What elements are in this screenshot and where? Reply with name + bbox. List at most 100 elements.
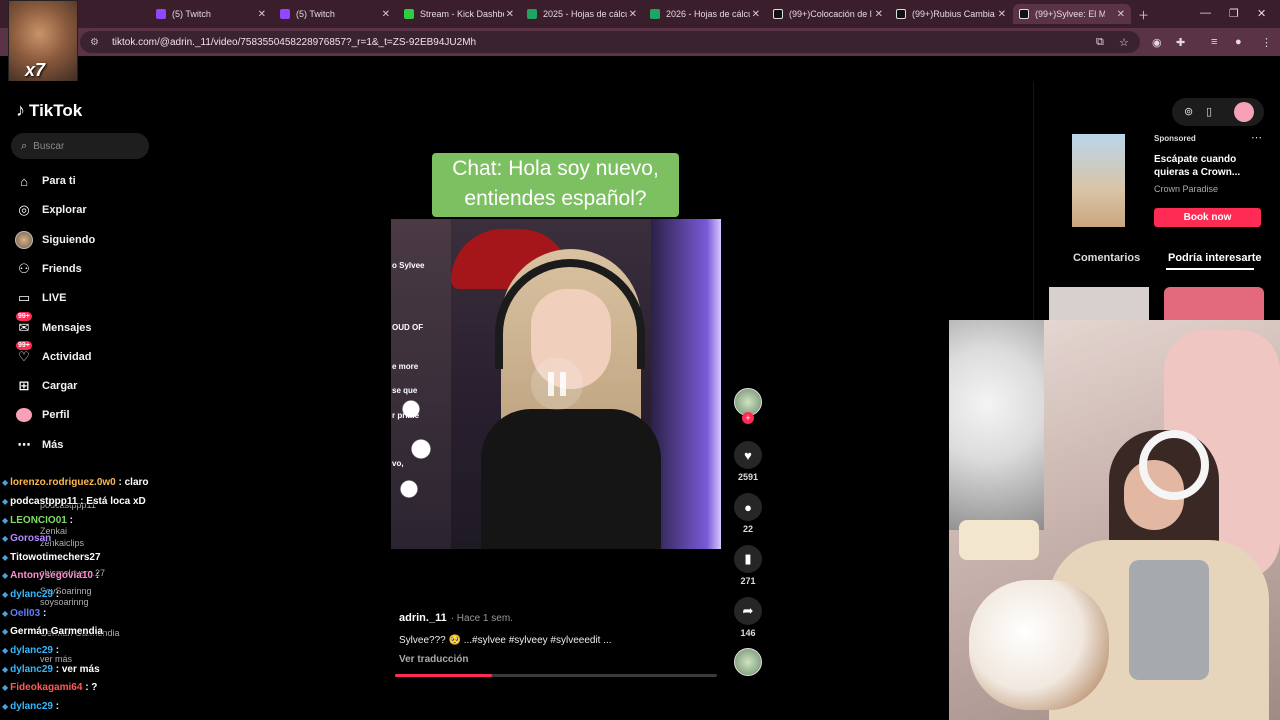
- tab-title: (5) Twitch: [172, 9, 211, 19]
- menu-kebab-icon[interactable]: ⋮: [1261, 36, 1272, 49]
- bookmark-star-icon[interactable]: ☆: [1119, 36, 1129, 49]
- browser-tab[interactable]: 2025 - Hojas de cálcu ✕: [521, 4, 643, 24]
- nav-item-friends[interactable]: ⚇ Friends: [14, 258, 82, 280]
- bookmark-icon[interactable]: ▮: [734, 545, 762, 573]
- close-tab-icon[interactable]: ✕: [1117, 9, 1125, 20]
- new-tab-icon[interactable]: ＋: [1138, 7, 1149, 23]
- messages-icon: ✉ 99+: [16, 312, 32, 335]
- coin-icon[interactable]: ⊚: [1184, 105, 1193, 118]
- home-icon: ⌂: [20, 173, 28, 189]
- browser-tab[interactable]: (99+)Colocación de l ✕: [767, 4, 889, 24]
- heart-icon[interactable]: ♥: [734, 441, 762, 469]
- creator-avatar-button[interactable]: +: [730, 388, 766, 424]
- chat-username[interactable]: Germán Garmendia: [10, 626, 103, 637]
- chat-username[interactable]: podcastppp11: [10, 496, 77, 507]
- chat-username[interactable]: dylanc29: [10, 645, 53, 656]
- tiktok-logo[interactable]: ♪ TikTok: [16, 100, 82, 121]
- music-disc-icon[interactable]: [734, 648, 762, 676]
- browser-tab[interactable]: Stream - Kick Dashbo ✕: [398, 4, 520, 24]
- recommended-thumbnail[interactable]: [1164, 287, 1264, 320]
- chat-badge-icon: ◆: [2, 646, 9, 655]
- nav-item-para-ti[interactable]: ⌂ Para ti: [14, 170, 76, 192]
- chat-username[interactable]: dylanc29: [10, 664, 53, 675]
- browser-tab-active[interactable]: (99+)Sylvee: El M ✕: [1013, 4, 1131, 24]
- comment-icon[interactable]: ●: [734, 493, 762, 521]
- chat-username[interactable]: Oell03: [10, 608, 40, 619]
- tiktok-icon: [1019, 9, 1029, 19]
- close-tab-icon[interactable]: ✕: [258, 9, 266, 20]
- streamer-webcam: [949, 320, 1280, 720]
- profile-avatar-icon[interactable]: ●: [1235, 36, 1242, 48]
- restore-icon[interactable]: ❐: [1229, 7, 1239, 20]
- share-button[interactable]: ➦ 146: [730, 597, 766, 638]
- music-disc-button[interactable]: [730, 648, 766, 676]
- video-progress-bar[interactable]: [395, 674, 717, 677]
- nav-item-siguiendo[interactable]: Siguiendo: [14, 229, 95, 251]
- pause-button[interactable]: [531, 358, 583, 410]
- browser-tab[interactable]: 2026 - Hojas de cálcu ✕: [644, 4, 766, 24]
- browser-tab[interactable]: (5) Twitch ✕: [150, 4, 272, 24]
- close-tab-icon[interactable]: ✕: [506, 9, 514, 20]
- ad-more-icon[interactable]: ⋯: [1251, 131, 1262, 144]
- nav-item-cargar[interactable]: ⊞ Cargar: [14, 375, 78, 397]
- author-name[interactable]: adrin._11: [399, 612, 447, 624]
- close-tab-icon[interactable]: ✕: [382, 9, 390, 20]
- close-tab-icon[interactable]: ✕: [629, 9, 637, 20]
- comment-button[interactable]: ● 22: [730, 493, 766, 534]
- chat-username[interactable]: Antonysegovia10: [10, 570, 93, 581]
- tab-comentarios[interactable]: Comentarios: [1073, 252, 1140, 264]
- url-field[interactable]: ⚙ tiktok.com/@adrin._11/video/7583550458…: [80, 31, 1140, 53]
- close-window-icon[interactable]: ✕: [1257, 7, 1266, 20]
- nav-label: Para ti: [42, 175, 76, 187]
- chat-username[interactable]: lorenzo.rodriguez.0w0: [10, 477, 116, 488]
- chat-username[interactable]: Gorosan: [10, 533, 51, 544]
- install-icon[interactable]: ⧉: [1096, 36, 1104, 49]
- profile-avatar-icon[interactable]: [1234, 102, 1254, 122]
- ad-thumbnail[interactable]: [1072, 134, 1125, 227]
- chat-username[interactable]: dylanc29: [10, 589, 53, 600]
- follow-plus-icon[interactable]: +: [742, 412, 754, 424]
- post-time: · Hace 1 sem.: [450, 613, 513, 624]
- tab-podria-interesarte[interactable]: Podría interesarte: [1168, 252, 1262, 264]
- close-tab-icon[interactable]: ✕: [875, 9, 883, 20]
- chat-text: : ?: [82, 682, 98, 693]
- search-box[interactable]: ⌕: [11, 133, 149, 159]
- browser-tab[interactable]: (5) Twitch ✕: [274, 4, 396, 24]
- ribbon-bow: [959, 520, 1039, 560]
- nav-item-live[interactable]: ▭ LIVE: [14, 287, 67, 309]
- recommended-thumbnail[interactable]: [1049, 287, 1149, 320]
- close-tab-icon[interactable]: ✕: [998, 9, 1006, 20]
- site-settings-icon[interactable]: ⚙: [90, 37, 102, 48]
- like-button[interactable]: ♥ 2591: [730, 441, 766, 482]
- book-now-button[interactable]: Book now: [1154, 208, 1261, 227]
- media-icon[interactable]: ≡: [1211, 36, 1217, 48]
- nav-item-mas[interactable]: ⋯ Más: [14, 434, 64, 456]
- chat-username[interactable]: LEONCIO01: [10, 515, 67, 526]
- chat-username[interactable]: Fideokagami64: [10, 682, 82, 693]
- extension-icon[interactable]: ◉: [1152, 36, 1162, 49]
- search-input[interactable]: [33, 140, 134, 152]
- nav-label: Actividad: [42, 351, 92, 363]
- chat-badge-icon: ◆: [2, 497, 9, 506]
- chat-message: ◆ Titowotimechers27: [2, 552, 101, 563]
- nav-item-mensajes[interactable]: ✉ 99+ Mensajes: [14, 312, 92, 339]
- translate-link[interactable]: Ver traducción: [399, 654, 468, 665]
- nav-item-perfil[interactable]: Perfil: [14, 404, 70, 426]
- chat-username[interactable]: dylanc29: [10, 701, 53, 712]
- chat-username[interactable]: Titowotimechers27: [10, 552, 100, 563]
- ad-title[interactable]: Escápate cuando quieras a Crown...: [1154, 153, 1254, 179]
- browser-tab[interactable]: (99+)Rubius Cambia ✕: [890, 4, 1012, 24]
- chat-badge-icon: ◆: [2, 590, 9, 599]
- puzzle-icon[interactable]: ✚: [1176, 36, 1185, 49]
- chat-message: ◆ Gorosan: [2, 533, 51, 544]
- phone-icon[interactable]: ▯: [1206, 105, 1212, 118]
- video-author[interactable]: adrin._11 · Hace 1 sem.: [399, 612, 513, 624]
- share-arrow-icon[interactable]: ➦: [734, 597, 762, 625]
- nav-item-explorar[interactable]: ◎ Explorar: [14, 199, 86, 221]
- close-tab-icon[interactable]: ✕: [752, 9, 760, 20]
- nav-item-actividad[interactable]: ♡ 99+ Actividad: [14, 341, 92, 368]
- chat-badge-icon: ◆: [2, 627, 9, 636]
- minimize-icon[interactable]: —: [1200, 7, 1211, 19]
- tab-title: (99+)Rubius Cambia: [912, 9, 995, 19]
- save-button[interactable]: ▮ 271: [730, 545, 766, 586]
